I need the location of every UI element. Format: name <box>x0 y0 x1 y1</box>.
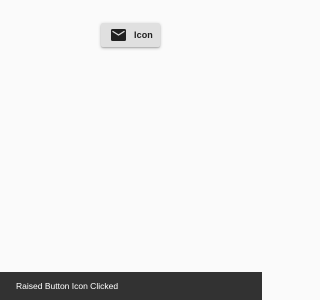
mail-icon <box>111 29 126 41</box>
app-screen: Icon Raised Button Icon Clicked <box>0 0 262 300</box>
snackbar-message: Raised Button Icon Clicked <box>16 281 119 291</box>
raised-icon-button[interactable]: Icon <box>101 23 160 47</box>
button-label: Icon <box>134 30 153 40</box>
snackbar: Raised Button Icon Clicked <box>0 272 262 300</box>
